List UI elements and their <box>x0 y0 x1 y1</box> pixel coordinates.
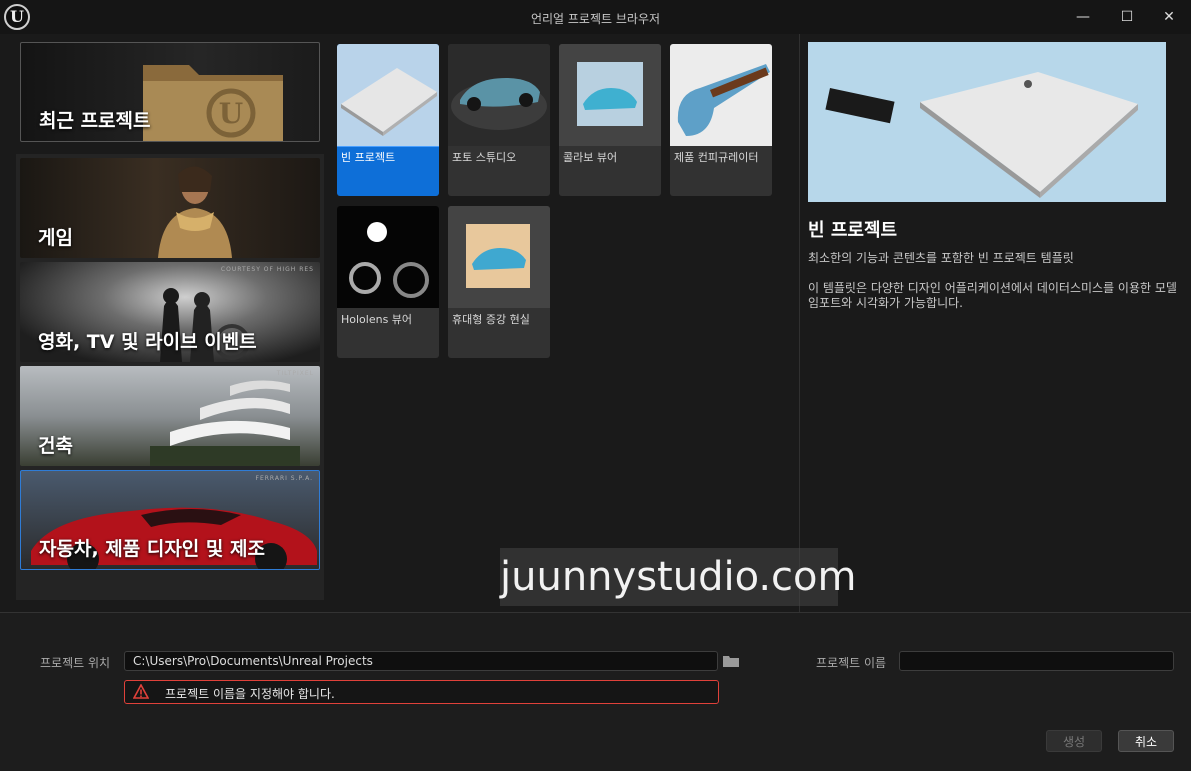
close-button[interactable]: ✕ <box>1158 6 1180 28</box>
template-description: 최소한의 기능과 콘텐츠를 포함한 빈 프로젝트 템플릿 이 템플릿은 다양한 … <box>808 251 1178 311</box>
template-thumbnail <box>670 44 772 146</box>
maximize-button[interactable]: ☐ <box>1116 6 1138 28</box>
create-button[interactable]: 생성 <box>1046 730 1102 752</box>
template-photo-studio[interactable]: 포토 스튜디오 <box>448 44 550 196</box>
image-credit: FERRARI S.P.A. <box>255 475 313 482</box>
template-thumbnail <box>337 206 439 308</box>
watermark: juunnystudio.com <box>500 548 856 606</box>
image-credit: TILTPIXEL <box>276 370 314 377</box>
category-label: 자동차, 제품 디자인 및 제조 <box>39 538 265 560</box>
template-label: 콜라보 뷰어 <box>563 151 618 164</box>
template-label: Hololens 뷰어 <box>341 313 413 326</box>
category-film-tv-live[interactable]: COURTESY OF HIGH RES 영화, TV 및 라이브 이벤트 <box>20 262 320 362</box>
window-title: 언리얼 프로젝트 브라우저 <box>530 12 661 26</box>
template-thumbnail <box>559 44 661 146</box>
template-label: 제품 컨피규레이터 <box>674 151 759 164</box>
cancel-button[interactable]: 취소 <box>1118 730 1174 752</box>
template-handheld-ar[interactable]: 휴대형 증강 현실 <box>448 206 550 358</box>
template-label: 휴대형 증강 현실 <box>452 313 530 326</box>
template-label: 빈 프로젝트 <box>341 151 396 164</box>
category-architecture[interactable]: TILTPIXEL 건축 <box>20 366 320 466</box>
game-character-image <box>158 166 232 258</box>
project-location-label: 프로젝트 위치 <box>40 656 111 670</box>
project-name-label: 프로젝트 이름 <box>816 656 887 670</box>
minimize-button[interactable]: — <box>1072 6 1094 28</box>
category-label: 최근 프로젝트 <box>39 110 151 132</box>
warning-icon <box>133 684 149 699</box>
template-product-configurator[interactable]: 제품 컨피규레이터 <box>670 44 772 196</box>
folder-browse-icon[interactable] <box>722 654 740 668</box>
description-line: 최소한의 기능과 콘텐츠를 포함한 빈 프로젝트 템플릿 <box>808 251 1074 265</box>
title-bar: U 언리얼 프로젝트 브라우저 — ☐ ✕ <box>0 0 1191 34</box>
template-thumbnail <box>448 206 550 308</box>
image-credit: COURTESY OF HIGH RES <box>220 266 314 273</box>
template-collab-viewer[interactable]: 콜라보 뷰어 <box>559 44 661 196</box>
panel-divider <box>799 34 800 612</box>
error-message: 프로젝트 이름을 지정해야 합니다. <box>124 680 719 704</box>
architecture-image <box>150 380 300 466</box>
template-thumbnail <box>448 44 550 146</box>
project-name-input[interactable] <box>899 651 1174 671</box>
category-recent-projects[interactable]: U 최근 프로젝트 <box>20 42 320 142</box>
category-label: 건축 <box>38 435 73 457</box>
category-label: 게임 <box>38 227 73 249</box>
template-title: 빈 프로젝트 <box>808 220 898 241</box>
template-thumbnail <box>337 44 439 147</box>
template-preview-image <box>808 42 1166 202</box>
category-automotive[interactable]: FERRARI S.P.A. 자동차, 제품 디자인 및 제조 <box>20 470 320 570</box>
template-label: 포토 스튜디오 <box>452 151 517 164</box>
folder-icon: U <box>143 65 283 141</box>
template-hololens-viewer[interactable]: Hololens 뷰어 <box>337 206 439 358</box>
description-line: 이 템플릿은 다양한 디자인 어플리케이션에서 데이터스미스를 이용한 모델 임… <box>808 281 1177 310</box>
template-blank-project[interactable]: 빈 프로젝트 <box>337 44 439 196</box>
category-label: 영화, TV 및 라이브 이벤트 <box>38 331 257 353</box>
project-location-input[interactable]: C:\Users\Pro\Documents\Unreal Projects <box>124 651 718 671</box>
svg-text:U: U <box>219 97 243 130</box>
error-text: 프로젝트 이름을 지정해야 합니다. <box>165 687 335 701</box>
category-games[interactable]: 게임 <box>20 158 320 258</box>
